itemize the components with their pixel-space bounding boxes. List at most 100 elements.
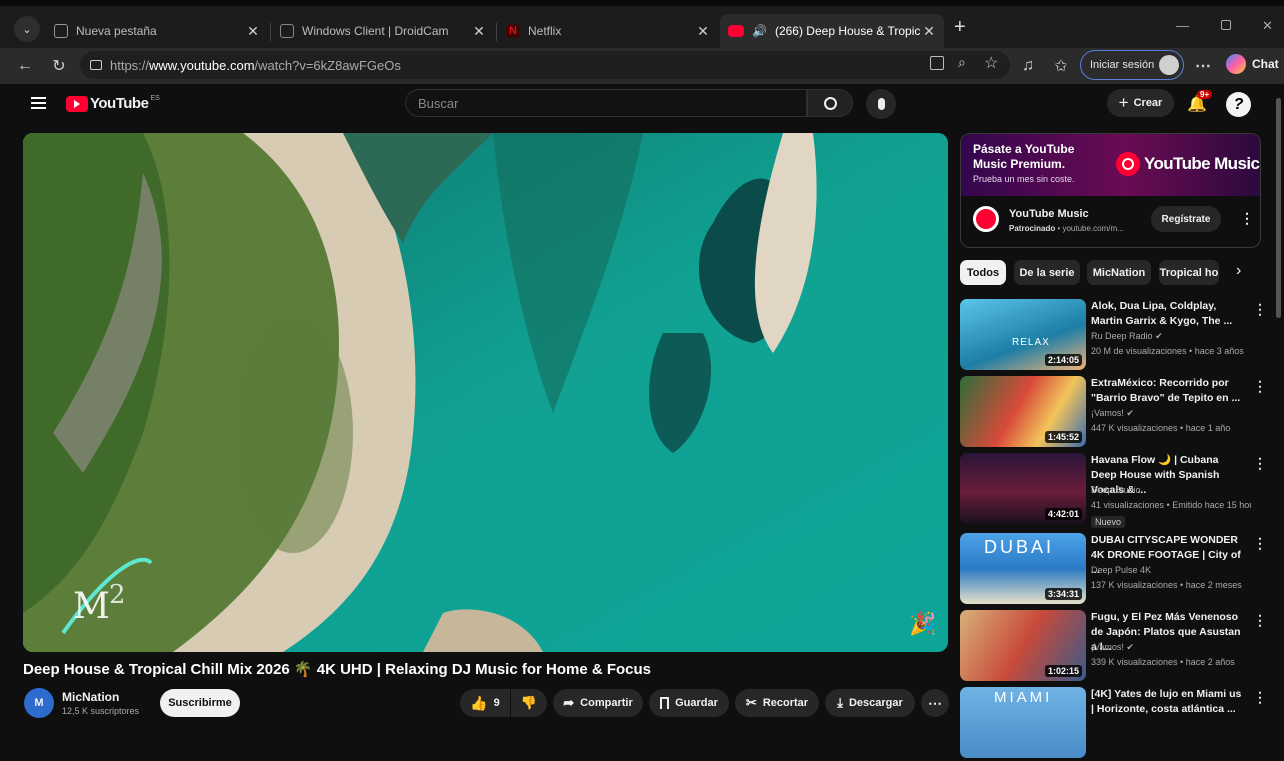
list-item[interactable]: DUBAI 3:34:31 DUBAI CITYSCAPE WONDER 4K …	[960, 533, 1270, 607]
channel-name[interactable]: MicNation	[62, 690, 119, 704]
rec-meta: 20 M de visualizaciones • hace 3 años	[1091, 346, 1244, 356]
duration-badge: 1:02:15	[1044, 665, 1082, 677]
more-actions-button[interactable]: ⋯	[921, 689, 949, 717]
more-vert-icon[interactable]: ⋮	[1253, 455, 1267, 472]
close-icon[interactable]: ✕	[920, 23, 938, 40]
tab-new-tab[interactable]: Nueva pestaña ✕	[46, 14, 268, 48]
search-button[interactable]	[807, 89, 853, 117]
chip-channel[interactable]: MicNation	[1087, 260, 1151, 285]
extensions-icon[interactable]: ♫	[1017, 55, 1039, 77]
browser-toolbar: ← ↻ https:// www.youtube.com /watch?v=6k…	[0, 48, 1284, 84]
rec-channel: Deep Studio	[1091, 485, 1141, 495]
address-bar[interactable]: https:// www.youtube.com /watch?v=6kZ8aw…	[80, 51, 1010, 79]
save-button[interactable]: Guardar	[649, 689, 729, 717]
download-button[interactable]: ⤓ Descargar	[825, 689, 915, 717]
ad-banner[interactable]: Pásate a YouTube Music Premium. Prueba u…	[961, 134, 1260, 196]
chips-next-arrow-icon[interactable]: ›	[1236, 262, 1241, 280]
subscribe-button[interactable]: Suscribirme	[160, 689, 240, 717]
video-frame: M 2 🎉	[23, 133, 948, 652]
rec-title[interactable]: ExtraMéxico: Recorrido por "Barrio Bravo…	[1091, 376, 1246, 406]
ad-signup-button[interactable]: Regístrate	[1151, 206, 1221, 232]
tab-netflix[interactable]: N Netflix ✕	[498, 14, 718, 48]
channel-avatar[interactable]: M	[24, 688, 54, 718]
svg-text:🎉: 🎉	[909, 611, 936, 637]
share-button[interactable]: ➦ Compartir	[553, 689, 643, 717]
clip-button[interactable]: ✂ Recortar	[735, 689, 819, 717]
more-vert-icon[interactable]: ⋮	[1253, 612, 1267, 629]
ad-more-icon[interactable]: ⋮	[1240, 210, 1254, 227]
more-vert-icon[interactable]: ⋮	[1253, 378, 1267, 395]
duration-badge: 4:42:01	[1044, 508, 1082, 520]
back-arrow-icon[interactable]: ←	[14, 55, 36, 77]
speaker-icon[interactable]: 🔊	[752, 24, 767, 38]
ad-subtext: Prueba un mes sin coste.	[973, 174, 1075, 184]
list-item[interactable]: MIAMI [4K] Yates de lujo en Miami us | H…	[960, 687, 1270, 761]
ad-card[interactable]: Pásate a YouTube Music Premium. Prueba u…	[960, 133, 1261, 248]
scissors-icon: ✂	[745, 695, 757, 710]
ad-headline-2: Music Premium.	[973, 157, 1066, 171]
favorites-icon[interactable]: ✩	[1050, 55, 1072, 77]
copilot-chat-button[interactable]: Chat	[1226, 54, 1279, 74]
close-icon[interactable]: ✕	[244, 23, 262, 40]
video-thumbnail[interactable]: 1:02:15	[960, 610, 1086, 681]
more-vert-icon[interactable]: ⋮	[1253, 535, 1267, 552]
signin-button[interactable]: Iniciar sesión	[1080, 50, 1184, 80]
dislike-button[interactable]: 👎	[511, 689, 547, 717]
tab-droidcam[interactable]: Windows Client | DroidCam ✕	[272, 14, 494, 48]
youtube-icon	[728, 25, 744, 37]
list-item[interactable]: 4:42:01 Havana Flow 🌙 | Cubana Deep Hous…	[960, 453, 1270, 528]
list-item[interactable]: 1:45:52 ExtraMéxico: Recorrido por "Barr…	[960, 376, 1270, 450]
reload-icon[interactable]: ↻	[48, 55, 70, 77]
like-button[interactable]: 👍 9	[460, 689, 510, 717]
tab-youtube[interactable]: 🔊 (266) Deep House & Tropical Chill ✕	[720, 14, 944, 48]
droidcam-icon	[280, 24, 294, 38]
chip-tropical[interactable]: Tropical ho	[1159, 260, 1219, 285]
video-thumbnail[interactable]: 1:45:52	[960, 376, 1086, 447]
more-options-icon[interactable]: ⋯	[1192, 55, 1214, 77]
notifications-button[interactable]: 🔔 9+	[1187, 90, 1213, 114]
video-thumbnail[interactable]: DUBAI 3:34:31	[960, 533, 1086, 604]
tab-divider	[270, 23, 271, 41]
zoom-icon[interactable]: ⌕	[958, 54, 966, 71]
more-vert-icon[interactable]: ⋮	[1253, 301, 1267, 318]
close-icon[interactable]: ✕	[470, 23, 488, 40]
new-tab-button[interactable]: +	[954, 16, 974, 40]
more-vert-icon[interactable]: ⋮	[1253, 689, 1267, 706]
close-window-button[interactable]: ✕	[1262, 18, 1273, 34]
url-scheme: https://	[110, 57, 150, 73]
scrollbar[interactable]	[1276, 98, 1281, 318]
new-badge: Nuevo	[1091, 516, 1126, 528]
video-thumbnail[interactable]: MIAMI	[960, 687, 1086, 758]
video-thumbnail[interactable]: RELAX 2:14:05	[960, 299, 1086, 370]
list-item[interactable]: RELAX 2:14:05 Alok, Dua Lipa, Coldplay, …	[960, 299, 1270, 373]
rec-meta: 447 K visualizaciones • hace 1 año	[1091, 423, 1231, 433]
rec-title[interactable]: [4K] Yates de lujo en Miami us | Horizon…	[1091, 687, 1246, 717]
minimize-button[interactable]: —	[1176, 18, 1190, 33]
duration-badge: 3:34:31	[1044, 588, 1082, 600]
close-icon[interactable]: ✕	[694, 23, 712, 40]
rec-title[interactable]: Alok, Dua Lipa, Coldplay, Martin Garrix …	[1091, 299, 1246, 329]
video-title: Deep House & Tropical Chill Mix 2026 🌴 4…	[23, 661, 652, 678]
video-player[interactable]: M 2 🎉	[23, 133, 948, 652]
duration-badge: 2:14:05	[1044, 354, 1082, 366]
hamburger-menu-icon[interactable]	[31, 97, 46, 109]
profile-avatar-icon	[1159, 55, 1179, 75]
chip-series[interactable]: De la serie	[1014, 260, 1080, 285]
list-item[interactable]: 1:02:15 Fugu, y El Pez Más Venenoso de J…	[960, 610, 1270, 684]
voice-search-button[interactable]	[866, 89, 896, 119]
youtube-logo[interactable]: YouTube ES	[66, 95, 160, 112]
bookmark-icon	[660, 697, 670, 709]
rec-meta: 137 K visualizaciones • hace 2 meses	[1091, 580, 1242, 590]
rec-channel: ¡Vamos! ✔	[1091, 642, 1134, 652]
ad-advertiser-icon	[973, 206, 999, 232]
search-input[interactable]: Buscar	[405, 89, 807, 117]
video-thumbnail[interactable]: 4:42:01	[960, 453, 1086, 524]
app-available-icon[interactable]	[930, 56, 944, 70]
tab-menu-button[interactable]: ⌄	[14, 16, 40, 42]
favorite-star-icon[interactable]: ☆	[984, 53, 998, 73]
thumbs-up-icon: 👍	[470, 694, 488, 711]
chip-all[interactable]: Todos	[960, 260, 1006, 285]
create-button[interactable]: + Crear	[1107, 89, 1174, 117]
account-avatar[interactable]: ?	[1226, 92, 1251, 117]
restore-button[interactable]	[1221, 20, 1231, 30]
